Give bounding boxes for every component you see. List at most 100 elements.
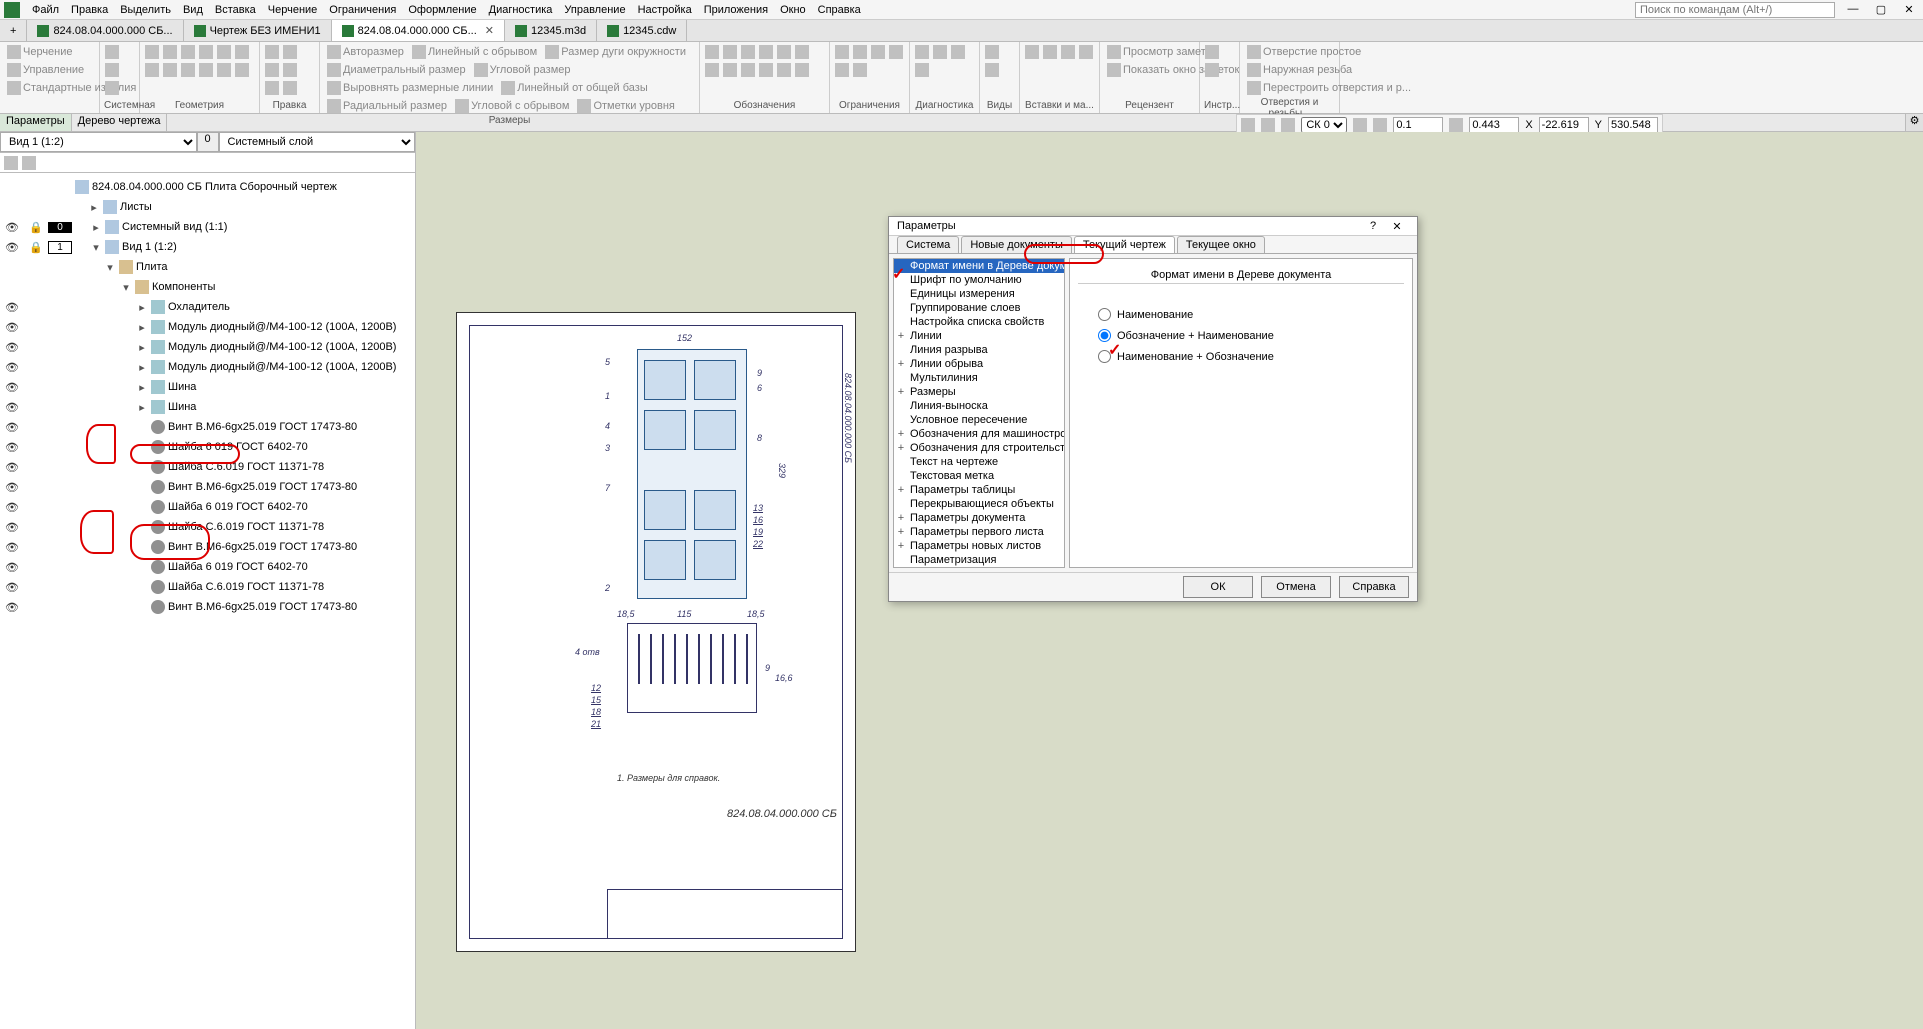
tree-toggle-icon[interactable]: ▸ <box>90 221 102 234</box>
ribbon-hole-simple[interactable]: Отверстие простое <box>1244 44 1364 60</box>
visibility-icon[interactable]: 👁 <box>0 541 24 554</box>
ribbon-icon[interactable] <box>835 63 849 77</box>
tree-toggle-icon[interactable]: ▾ <box>104 261 116 274</box>
settings-list-item[interactable]: Группирование слоев <box>894 301 1064 315</box>
ribbon-icon[interactable] <box>145 45 159 59</box>
tree-root[interactable]: 824.08.04.000.000 СБ Плита Сборочный чер… <box>0 177 415 197</box>
menu-insert[interactable]: Вставка <box>209 2 262 18</box>
tree-toggle-icon[interactable]: ▸ <box>88 201 100 214</box>
document-tab[interactable]: 12345.m3d <box>505 20 597 41</box>
dialog-tab-system[interactable]: Система <box>897 236 959 253</box>
new-doc-tab[interactable]: + <box>0 20 27 41</box>
menu-file[interactable]: Файл <box>26 2 65 18</box>
ribbon-icon[interactable] <box>777 45 791 59</box>
ribbon-icon[interactable] <box>1061 45 1075 59</box>
tree-panel-tab[interactable]: Дерево чертежа <box>72 114 168 131</box>
ribbon-angle-dim[interactable]: Угловой размер <box>471 62 574 78</box>
ribbon-icon[interactable] <box>889 45 903 59</box>
lock-icon[interactable]: 🔒 <box>24 241 48 254</box>
tree-toggle-icon[interactable]: ▸ <box>136 341 148 354</box>
settings-list-item[interactable]: +Обозначения для строительства <box>894 441 1064 455</box>
ribbon-icon[interactable] <box>283 45 297 59</box>
ortho-icon[interactable] <box>1281 118 1295 132</box>
drawing-tree[interactable]: 824.08.04.000.000 СБ Плита Сборочный чер… <box>0 173 415 1029</box>
visibility-icon[interactable]: 👁 <box>0 461 24 474</box>
document-tab-active[interactable]: 824.08.04.000.000 СБ...✕ <box>332 20 505 41</box>
ribbon-linear-base[interactable]: Линейный от общей базы <box>498 80 651 96</box>
ribbon-ext-thread[interactable]: Наружная резьба <box>1244 62 1355 78</box>
expand-icon[interactable]: + <box>896 540 906 552</box>
tree-item[interactable]: 👁Шайба С.6.019 ГОСТ 11371-78 <box>0 517 415 537</box>
ribbon-icon[interactable] <box>1025 45 1039 59</box>
cancel-button[interactable]: Отмена <box>1261 576 1331 598</box>
settings-list-item[interactable]: +Параметры таблицы <box>894 483 1064 497</box>
dialog-tab-new-docs[interactable]: Новые документы <box>961 236 1072 253</box>
scale-icon[interactable] <box>1353 118 1367 132</box>
ribbon-icon[interactable] <box>723 45 737 59</box>
tree-item[interactable]: 👁🔒0▸Системный вид (1:1) <box>0 217 415 237</box>
settings-list-item[interactable]: Условное пересечение <box>894 413 1064 427</box>
menu-constraints[interactable]: Ограничения <box>323 2 402 18</box>
tree-item[interactable]: 👁Шайба 6 019 ГОСТ 6402-70 <box>0 497 415 517</box>
tree-item[interactable]: ▸Листы <box>0 197 415 217</box>
tree-toggle-icon[interactable]: ▸ <box>136 381 148 394</box>
ribbon-drafting[interactable]: Черчение <box>4 44 76 60</box>
ribbon-icon[interactable] <box>1079 45 1093 59</box>
visibility-icon[interactable]: 👁 <box>0 581 24 594</box>
tree-item[interactable]: 👁Винт В.М6-6gx25.019 ГОСТ 17473-80 <box>0 597 415 617</box>
radio-name-designation[interactable]: Наименование + Обозначение <box>1078 346 1404 367</box>
tree-toggle-icon[interactable]: ▸ <box>136 301 148 314</box>
ribbon-rebuild-holes[interactable]: Перестроить отверстия и р... <box>1244 80 1414 96</box>
params-panel-tab[interactable]: Параметры <box>0 114 72 131</box>
tree-item[interactable]: 👁Шайба 6 019 ГОСТ 6402-70 <box>0 557 415 577</box>
ribbon-icon[interactable] <box>759 45 773 59</box>
ribbon-icon[interactable] <box>283 63 297 77</box>
layer-select[interactable]: Системный слой <box>219 132 416 152</box>
gear-icon[interactable]: ⚙ <box>1905 114 1923 131</box>
tree-item[interactable]: 👁▸Модуль диодный@/М4-100-12 (100А, 1200В… <box>0 317 415 337</box>
visibility-icon[interactable]: 👁 <box>0 501 24 514</box>
menu-view[interactable]: Вид <box>177 2 209 18</box>
tree-item[interactable]: 👁Шайба 6 019 ГОСТ 6402-70 <box>0 437 415 457</box>
command-search-input[interactable] <box>1635 2 1835 18</box>
menu-edit[interactable]: Правка <box>65 2 114 18</box>
expand-icon[interactable]: + <box>896 358 906 370</box>
ribbon-icon[interactable] <box>163 45 177 59</box>
ribbon-icon[interactable] <box>915 63 929 77</box>
menu-settings[interactable]: Настройка <box>632 2 698 18</box>
ribbon-icon[interactable] <box>265 63 279 77</box>
settings-list-item[interactable]: Формат имени в Дереве документа <box>894 259 1064 273</box>
ribbon-angle-break[interactable]: Угловой с обрывом <box>452 98 572 114</box>
settings-list-item[interactable]: Линия-выноска <box>894 399 1064 413</box>
visibility-icon[interactable]: 👁 <box>0 241 24 254</box>
visibility-icon[interactable]: 👁 <box>0 361 24 374</box>
zoom-input[interactable] <box>1469 117 1519 133</box>
radio-input[interactable] <box>1098 350 1111 363</box>
menu-diagnostics[interactable]: Диагностика <box>483 2 559 18</box>
tree-item[interactable]: ▾Плита <box>0 257 415 277</box>
ribbon-icon[interactable] <box>199 63 213 77</box>
y-input[interactable] <box>1608 117 1658 133</box>
visibility-icon[interactable]: 👁 <box>0 441 24 454</box>
ribbon-icon[interactable] <box>1043 45 1057 59</box>
grid-icon[interactable] <box>1261 118 1275 132</box>
help-button[interactable]: Справка <box>1339 576 1409 598</box>
ribbon-icon[interactable] <box>181 63 195 77</box>
document-tab[interactable]: 12345.cdw <box>597 20 687 41</box>
settings-list-item[interactable]: Настройка списка свойств <box>894 315 1064 329</box>
ribbon-icon[interactable] <box>105 81 119 95</box>
menu-apps[interactable]: Приложения <box>698 2 774 18</box>
ribbon-icon[interactable] <box>705 45 719 59</box>
settings-list-item[interactable]: Текстовая метка <box>894 469 1064 483</box>
search-icon[interactable] <box>22 156 36 170</box>
menu-formatting[interactable]: Оформление <box>402 2 482 18</box>
settings-list-item[interactable]: +Параметры первого листа <box>894 525 1064 539</box>
ribbon-arc-dim[interactable]: Размер дуги окружности <box>542 44 689 60</box>
ribbon-icon[interactable] <box>105 63 119 77</box>
settings-list-item[interactable]: Мультилиния <box>894 371 1064 385</box>
expand-icon[interactable]: + <box>896 484 906 496</box>
visibility-icon[interactable]: 👁 <box>0 301 24 314</box>
ribbon-icon[interactable] <box>741 63 755 77</box>
settings-list-item[interactable]: Текст на чертеже <box>894 455 1064 469</box>
ok-button[interactable]: ОК <box>1183 576 1253 598</box>
